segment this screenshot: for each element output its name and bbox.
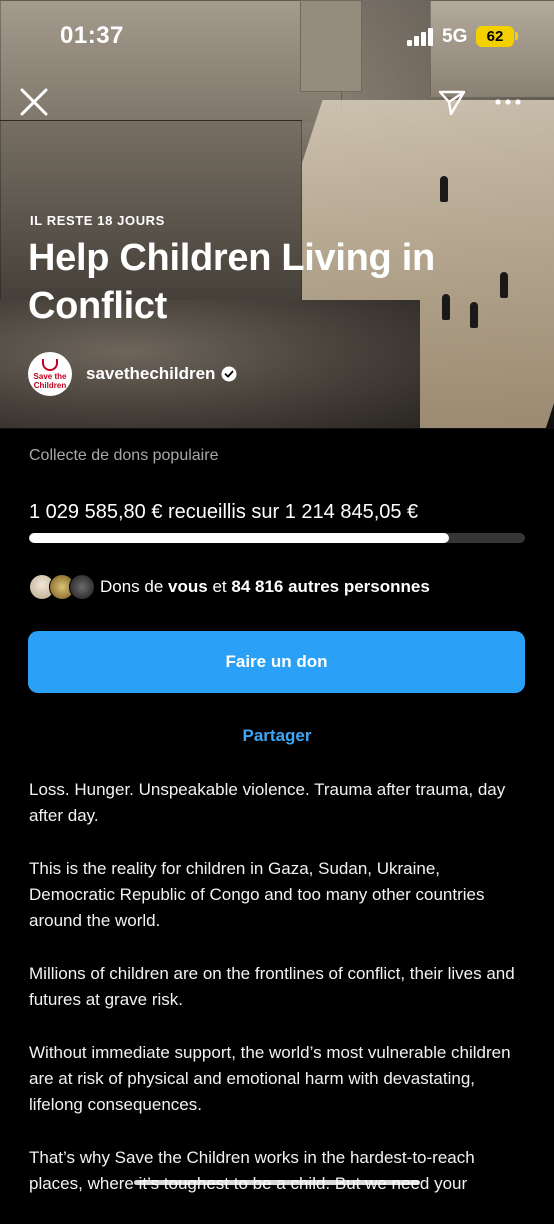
hero-person <box>440 176 448 202</box>
org-logo: Save the Children <box>28 352 72 396</box>
donors-middle: et <box>207 577 232 596</box>
description-paragraph: Loss. Hunger. Unspeakable violence. Trau… <box>29 780 506 825</box>
donate-button[interactable]: Faire un don <box>28 631 525 693</box>
more-button[interactable] <box>488 82 528 122</box>
donors-row[interactable]: Dons de vous et 84 816 autres personnes <box>29 574 430 600</box>
org-logo-line: Save the <box>33 371 67 381</box>
org-logo-line: Children <box>33 380 67 390</box>
page-title: Help Children Living in Conflict <box>28 237 435 327</box>
battery-level: 62 <box>486 28 504 45</box>
signal-icon <box>407 26 437 46</box>
verified-icon <box>221 366 237 382</box>
home-indicator <box>134 1180 420 1185</box>
donors-count: 84 816 autres personnes <box>231 577 430 596</box>
battery-cap <box>515 32 518 40</box>
donors-text: Dons de vous et 84 816 autres personnes <box>100 577 430 597</box>
logo-mark <box>42 358 58 371</box>
share-icon <box>438 90 466 116</box>
organization[interactable]: Save the Children savethechildren <box>28 352 237 396</box>
network-type: 5G <box>442 26 468 47</box>
days-left-label: IL RESTE 18 JOURS <box>30 213 165 228</box>
donors-prefix: Dons de <box>100 577 169 596</box>
description-paragraph: Millions of children are on the frontlin… <box>29 964 515 1009</box>
progress-bar <box>29 533 525 543</box>
close-button[interactable] <box>14 82 54 122</box>
status-time: 01:37 <box>60 22 124 49</box>
share-button[interactable] <box>432 82 472 122</box>
org-name[interactable]: savethechildren <box>86 364 215 384</box>
raised-amount: 1 029 585,80 € recueillis sur 1 214 845,… <box>29 501 419 523</box>
description: Loss. Hunger. Unspeakable violence. Trau… <box>29 777 529 1224</box>
description-paragraph: Without immediate support, the world’s m… <box>29 1043 511 1114</box>
donor-avatars <box>29 574 95 600</box>
battery-icon: 62 <box>476 26 514 47</box>
status-bar: 01:37 5G 62 <box>0 0 554 70</box>
avatar <box>69 574 95 600</box>
description-paragraph: This is the reality for children in Gaza… <box>29 859 485 930</box>
share-link[interactable]: Partager <box>0 726 554 746</box>
popular-label: Collecte de dons populaire <box>29 447 219 464</box>
description-paragraph: That’s why Save the Children works in th… <box>29 1148 475 1193</box>
close-icon <box>20 88 48 116</box>
progress-fill <box>29 533 450 543</box>
divider <box>0 428 554 429</box>
donors-you: vous <box>168 577 208 596</box>
more-icon <box>495 99 521 105</box>
